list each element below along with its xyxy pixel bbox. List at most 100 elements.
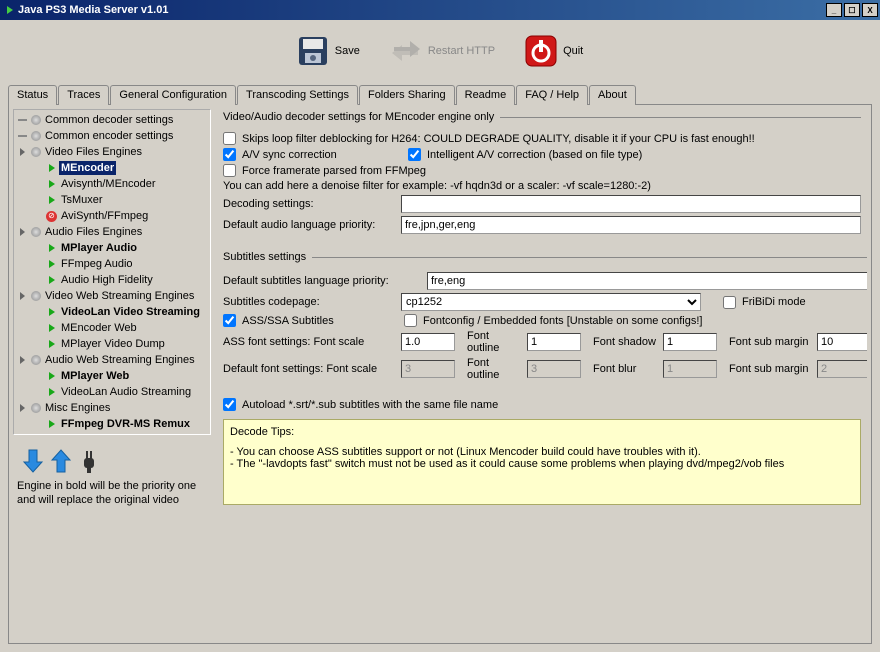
plug-icon[interactable] <box>77 447 101 475</box>
tree-item[interactable]: MPlayer Audio <box>15 240 208 256</box>
tab-traces[interactable]: Traces <box>58 85 109 105</box>
move-down-button[interactable] <box>21 447 45 475</box>
tab-general-configuration[interactable]: General Configuration <box>110 85 236 105</box>
tabstrip: StatusTracesGeneral ConfigurationTransco… <box>8 84 872 104</box>
tree-item-label: VideoLan Video Streaming <box>59 305 202 319</box>
tree-item[interactable]: Audio Web Streaming Engines <box>15 352 208 368</box>
tips-line2: - The "-lavdopts fast" switch must not b… <box>230 458 854 470</box>
tree-item-label: Common encoder settings <box>43 129 175 143</box>
codepage-select[interactable]: cp1252 <box>401 293 701 311</box>
gear-icon <box>30 115 41 126</box>
subs-lang-label: Default subtitles language priority: <box>223 275 421 287</box>
tab-faq-help[interactable]: FAQ / Help <box>516 85 588 105</box>
tree-item[interactable]: Audio Files Engines <box>15 224 208 240</box>
tree-item-label: FFmpeg DVR-MS Remux <box>59 417 192 431</box>
tab-status[interactable]: Status <box>8 85 57 105</box>
quit-label: Quit <box>563 45 583 57</box>
subs-lang-input[interactable] <box>427 272 867 290</box>
tree-item-label: MEncoder Web <box>59 321 139 335</box>
tab-readme[interactable]: Readme <box>456 85 516 105</box>
audio-lang-input[interactable] <box>401 216 861 234</box>
ass-checkbox[interactable] <box>223 314 236 327</box>
ass-font-scale-input[interactable] <box>401 333 455 351</box>
tree-item-label: Audio Web Streaming Engines <box>43 353 197 367</box>
decoding-settings-input[interactable] <box>401 195 861 213</box>
av-sync-checkbox[interactable] <box>223 148 236 161</box>
expander-icon <box>17 147 28 158</box>
skip-loop-checkbox[interactable] <box>223 132 236 145</box>
tree-item[interactable]: TsMuxer <box>15 192 208 208</box>
tree-item[interactable]: VideoLan Video Streaming <box>15 304 208 320</box>
dash-icon <box>17 131 28 142</box>
codepage-label: Subtitles codepage: <box>223 296 395 308</box>
tips-line1: - You can choose ASS subtitles support o… <box>230 446 854 458</box>
tree-item-label: Audio High Fidelity <box>59 273 155 287</box>
main-toolbar: Save Restart HTTP Quit <box>0 20 880 82</box>
quit-button[interactable]: Quit <box>511 31 597 71</box>
window-titlebar: Java PS3 Media Server v1.01 _ ☐ X <box>0 0 880 20</box>
tree-item-label: Audio Files Engines <box>43 225 144 239</box>
tips-heading: Decode Tips: <box>230 426 854 438</box>
tab-folders-sharing[interactable]: Folders Sharing <box>359 85 455 105</box>
tree-item[interactable]: Video Web Streaming Engines <box>15 288 208 304</box>
play-icon <box>46 371 57 382</box>
tree-item[interactable]: FFmpeg DVR-MS Remux <box>15 416 208 432</box>
decode-tips-box: Decode Tips: - You can choose ASS subtit… <box>223 419 861 505</box>
ass-outline-label: Font outline <box>461 330 521 354</box>
fontconfig-checkbox[interactable] <box>404 314 417 327</box>
tree-item[interactable]: MEncoder <box>15 160 208 176</box>
save-button[interactable]: Save <box>283 31 374 71</box>
play-icon <box>46 419 57 430</box>
force-framerate-checkbox[interactable] <box>223 164 236 177</box>
ass-label: ASS/SSA Subtitles <box>242 315 398 327</box>
gear-icon <box>30 147 41 158</box>
def-margin-label: Font sub margin <box>723 363 811 375</box>
tree-item[interactable]: MPlayer Video Dump <box>15 336 208 352</box>
close-button[interactable]: X <box>862 3 878 17</box>
tree-item[interactable]: Common encoder settings <box>15 128 208 144</box>
expander-icon <box>17 227 28 238</box>
def-font-scale-label: Default font settings: Font scale <box>223 363 395 375</box>
tree-item[interactable]: Misc Engines <box>15 400 208 416</box>
play-icon <box>46 323 57 334</box>
denoise-note: You can add here a denoise filter for ex… <box>223 180 861 192</box>
tree-item[interactable]: FFmpeg Audio <box>15 256 208 272</box>
play-icon <box>46 259 57 270</box>
play-icon <box>46 307 57 318</box>
tree-item-label: MPlayer Video Dump <box>59 337 167 351</box>
maximize-button[interactable]: ☐ <box>844 3 860 17</box>
ass-shadow-input[interactable] <box>663 333 717 351</box>
fribidi-checkbox[interactable] <box>723 296 736 309</box>
ass-margin-input[interactable] <box>817 333 867 351</box>
engine-tree[interactable]: Common decoder settingsCommon encoder se… <box>13 109 211 435</box>
intelligent-av-checkbox[interactable] <box>408 148 421 161</box>
tree-item[interactable]: Video Files Engines <box>15 144 208 160</box>
tree-item[interactable]: MPlayer Web <box>15 368 208 384</box>
disabled-icon: ⊘ <box>46 211 57 222</box>
tree-item[interactable]: ⊘AviSynth/FFmpeg <box>15 208 208 224</box>
tree-item-label: Misc Engines <box>43 401 112 415</box>
restart-http-button[interactable]: Restart HTTP <box>376 31 509 71</box>
ass-outline-input[interactable] <box>527 333 581 351</box>
tab-transcoding-settings[interactable]: Transcoding Settings <box>237 85 358 105</box>
def-outline-label: Font outline <box>461 357 521 381</box>
tree-item[interactable]: Common decoder settings <box>15 112 208 128</box>
ass-shadow-label: Font shadow <box>587 336 657 348</box>
def-blur-input <box>663 360 717 378</box>
tree-item-label: VideoLan Audio Streaming <box>59 385 193 399</box>
tree-item[interactable]: VideoLan Audio Streaming <box>15 384 208 400</box>
tab-content: Common decoder settingsCommon encoder se… <box>8 104 872 644</box>
tree-item[interactable]: Audio High Fidelity <box>15 272 208 288</box>
window-title: Java PS3 Media Server v1.01 <box>18 4 168 16</box>
move-up-button[interactable] <box>49 447 73 475</box>
save-label: Save <box>335 45 360 57</box>
def-outline-input <box>527 360 581 378</box>
tree-item[interactable]: Avisynth/MEncoder <box>15 176 208 192</box>
tab-about[interactable]: About <box>589 85 636 105</box>
save-icon <box>297 35 329 67</box>
expander-icon <box>17 291 28 302</box>
tree-item-label: Video Files Engines <box>43 145 144 159</box>
minimize-button[interactable]: _ <box>826 3 842 17</box>
tree-item[interactable]: MEncoder Web <box>15 320 208 336</box>
autoload-subs-checkbox[interactable] <box>223 398 236 411</box>
